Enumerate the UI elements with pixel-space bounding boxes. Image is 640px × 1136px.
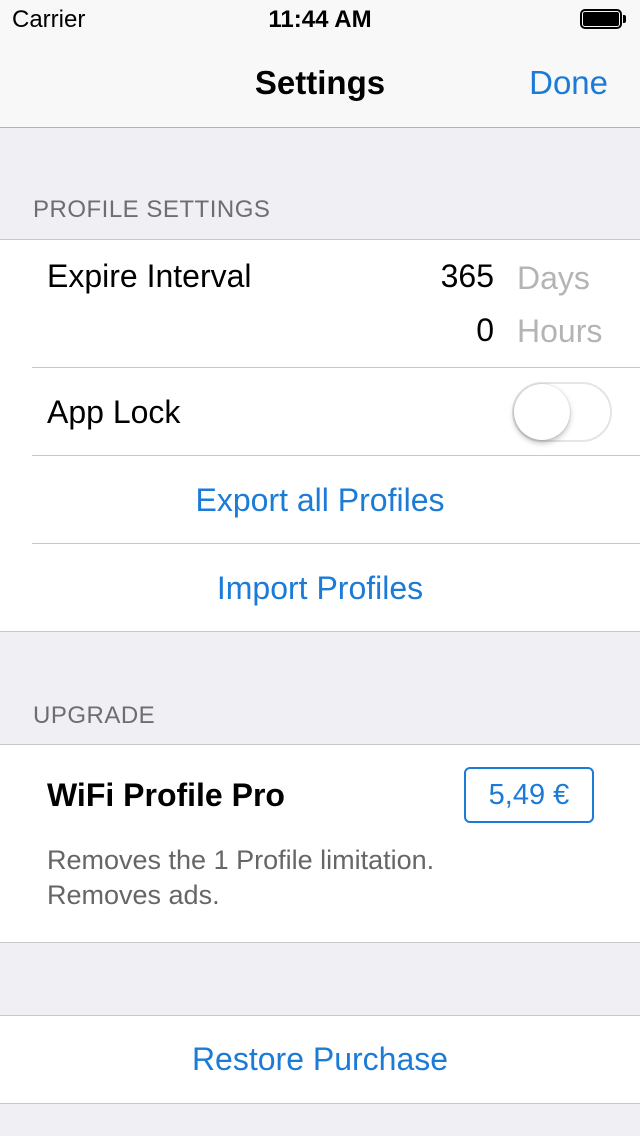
settings-screen: Carrier 11:44 AM Settings Done PROFILE S… bbox=[0, 0, 640, 1136]
row-divider bbox=[32, 543, 640, 544]
expire-hours-value[interactable]: 0 bbox=[476, 312, 494, 349]
navigation-bar: Carrier 11:44 AM Settings Done bbox=[0, 0, 640, 128]
expire-interval-label: Expire Interval bbox=[47, 258, 252, 294]
expire-hours-unit: Hours bbox=[517, 313, 603, 349]
toggle-knob bbox=[514, 384, 570, 440]
app-lock-toggle[interactable] bbox=[512, 382, 612, 442]
row-divider bbox=[32, 367, 640, 368]
restore-purchase-button[interactable]: Restore Purchase bbox=[0, 1041, 640, 1078]
battery-full-icon bbox=[580, 9, 628, 31]
export-all-profiles-button[interactable]: Export all Profiles bbox=[0, 482, 640, 519]
section-header-profile-settings: PROFILE SETTINGS bbox=[33, 196, 271, 223]
status-bar: Carrier 11:44 AM bbox=[0, 0, 640, 40]
description-line: Removes the 1 Profile limitation. bbox=[47, 845, 435, 875]
buy-price-button[interactable]: 5,49 € bbox=[464, 767, 594, 823]
restore-group: Restore Purchase bbox=[0, 1015, 640, 1104]
expire-days-unit: Days bbox=[517, 260, 590, 296]
app-lock-label: App Lock bbox=[47, 394, 181, 430]
description-line: Removes ads. bbox=[47, 880, 220, 910]
expire-days-value[interactable]: 365 bbox=[441, 258, 494, 295]
product-description: Removes the 1 Profile limitation. Remove… bbox=[47, 843, 434, 913]
import-profiles-button[interactable]: Import Profiles bbox=[0, 570, 640, 607]
upgrade-group: WiFi Profile Pro 5,49 € Removes the 1 Pr… bbox=[0, 744, 640, 943]
product-name: WiFi Profile Pro bbox=[47, 777, 285, 813]
row-divider bbox=[32, 455, 640, 456]
section-header-upgrade: UPGRADE bbox=[33, 702, 156, 729]
done-button[interactable]: Done bbox=[529, 64, 608, 102]
clock: 11:44 AM bbox=[268, 6, 372, 33]
profile-settings-group: Expire Interval 365 Days 0 Hours App Loc… bbox=[0, 239, 640, 632]
